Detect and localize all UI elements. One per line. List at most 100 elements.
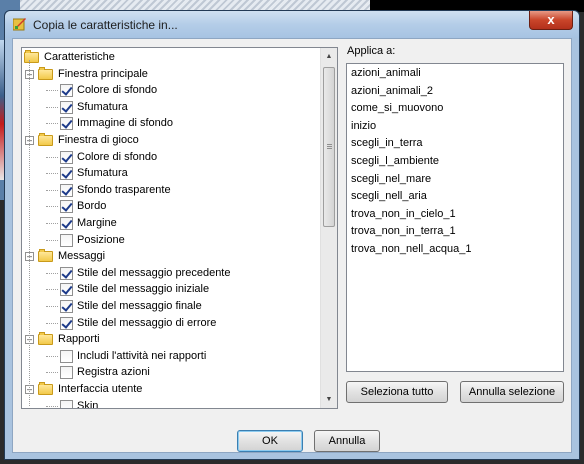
tree-item-label: Finestra principale [58, 67, 148, 80]
thumb-grip [327, 146, 332, 147]
checkbox[interactable] [60, 366, 73, 380]
checkbox[interactable] [60, 399, 73, 408]
tree-item[interactable]: Registra azioni [22, 364, 321, 381]
tree-folder[interactable]: Caratteristiche [22, 49, 321, 66]
checkbox[interactable] [60, 349, 73, 363]
tree-item-label: Posizione [77, 233, 125, 246]
tree-item-label: Stile del messaggio di errore [77, 316, 217, 329]
checkbox[interactable] [60, 283, 73, 297]
checkbox[interactable] [60, 233, 73, 247]
tree-item[interactable]: Sfumatura [22, 165, 321, 182]
folder-icon [38, 332, 53, 346]
checkbox[interactable] [60, 217, 73, 230]
tree-connector [46, 106, 58, 108]
tree-item-label: Stile del messaggio iniziale [77, 283, 210, 296]
tree-item[interactable]: Sfumatura [22, 99, 321, 116]
properties-tree[interactable]: Caratteristiche – Finestra principale Color… [21, 47, 338, 409]
select-all-button[interactable]: Seleziona tutto [346, 381, 448, 403]
tree-folder[interactable]: – Interfaccia utente [22, 381, 321, 398]
deselect-all-button[interactable]: Annulla selezione [460, 381, 564, 403]
tree-folder[interactable]: – Rapporti [22, 331, 321, 348]
tree-connector [29, 60, 30, 406]
tree-item-label: Caratteristiche [44, 51, 115, 63]
scrollbar-thumb[interactable] [323, 67, 335, 227]
tree-connector [46, 156, 58, 158]
tree-connector [46, 355, 58, 357]
tree-item[interactable]: Stile del messaggio di errore [22, 315, 321, 332]
tree-item-label: Includi l'attività nei rapporti [77, 349, 207, 362]
tree-item[interactable]: Margine [22, 215, 321, 232]
tree-item-label: Messaggi [58, 250, 106, 263]
tree-connector [46, 90, 58, 92]
tree-item[interactable]: Stile del messaggio finale [22, 298, 321, 315]
copy-properties-icon [13, 18, 26, 31]
tree-item[interactable]: Includi l'attività nei rapporti [22, 348, 321, 365]
folder-icon [38, 249, 53, 263]
tree-item[interactable]: Colore di sfondo [22, 82, 321, 99]
list-item[interactable]: scegli_in_terra [351, 137, 423, 149]
tree-item-label: Immagine di sfondo [77, 117, 173, 130]
tree-item-label: Registra azioni [77, 366, 150, 379]
checkbox[interactable] [60, 117, 73, 131]
ok-button[interactable]: OK [237, 430, 303, 452]
tree-item-label: Colore di sfondo [77, 84, 158, 97]
tree-item[interactable]: Colore di sfondo [22, 149, 321, 166]
tree-connector [46, 272, 58, 274]
tree-connector [46, 189, 58, 191]
checkbox[interactable] [60, 200, 73, 214]
folder-icon [38, 382, 53, 395]
tree-connector [46, 223, 58, 224]
tree-connector [46, 322, 58, 324]
close-button[interactable]: x [529, 11, 573, 30]
title-bar[interactable]: Copia le caratteristiche in... x [5, 11, 579, 38]
copy-properties-dialog: Copia le caratteristiche in... x Caratte… [4, 10, 580, 460]
tree-folder[interactable]: – Finestra principale [22, 66, 321, 83]
list-item[interactable]: scegli_nel_mare [351, 173, 431, 185]
tree-content: Caratteristiche – Finestra principale Color… [22, 48, 321, 408]
list-item[interactable]: azioni_animali [351, 67, 421, 79]
tree-vertical-scrollbar[interactable]: ▲ ▼ [320, 48, 337, 408]
list-item[interactable]: scegli_nell_aria [351, 190, 427, 202]
applica-list[interactable]: azioni_animali azioni_animali_2 come_si_mu… [346, 63, 564, 372]
tree-item[interactable]: Stile del messaggio precedente [22, 265, 321, 282]
tree-item[interactable]: Bordo [22, 198, 321, 215]
thumb-grip [327, 148, 332, 149]
tree-item[interactable]: Skin [22, 398, 321, 408]
tree-folder[interactable]: – Finestra di gioco [22, 132, 321, 149]
checkbox[interactable] [60, 167, 73, 181]
checkbox[interactable] [60, 316, 73, 330]
tree-connector [46, 173, 58, 175]
arrow-up-icon[interactable]: ▲ [321, 48, 337, 65]
list-item[interactable]: trova_non_nell_acqua_1 [351, 243, 472, 255]
checkbox[interactable] [60, 300, 73, 313]
list-item[interactable]: inizio [351, 120, 376, 132]
tree-connector [46, 372, 58, 374]
cancel-button[interactable]: Annulla [314, 430, 380, 452]
checkbox[interactable] [60, 183, 73, 197]
list-item[interactable]: trova_non_in_terra_1 [351, 225, 456, 237]
tree-folder[interactable]: – Messaggi [22, 248, 321, 265]
tree-item[interactable]: Posizione [22, 232, 321, 249]
tree-item[interactable]: Immagine di sfondo [22, 115, 321, 132]
checkbox[interactable] [60, 266, 73, 280]
arrow-down-icon[interactable]: ▼ [321, 391, 337, 408]
tree-item-label: Stile del messaggio precedente [77, 266, 231, 279]
tree-item-label: Skin [77, 399, 99, 408]
applica-label: Applica a: [347, 45, 396, 57]
list-item[interactable]: come_si_muovono [351, 102, 443, 114]
tree-item-label: Bordo [77, 200, 107, 213]
thumb-grip [327, 144, 332, 145]
list-item[interactable]: trova_non_in_cielo_1 [351, 208, 456, 220]
checkbox[interactable] [60, 84, 73, 98]
tree-item-label: Sfumatura [77, 167, 128, 180]
checkbox[interactable] [60, 100, 73, 114]
tree-item-label: Finestra di gioco [58, 134, 139, 146]
tree-item[interactable]: Stile del messaggio iniziale [22, 281, 321, 298]
tree-connector [46, 405, 58, 407]
tree-item[interactable]: Sfondo trasparente [22, 182, 321, 199]
list-item[interactable]: scegli_l_ambiente [351, 155, 439, 167]
tree-connector [46, 306, 58, 307]
list-item[interactable]: azioni_animali_2 [351, 85, 433, 97]
dialog-client-area: Caratteristiche – Finestra principale Color… [12, 38, 572, 453]
checkbox[interactable] [60, 150, 73, 164]
